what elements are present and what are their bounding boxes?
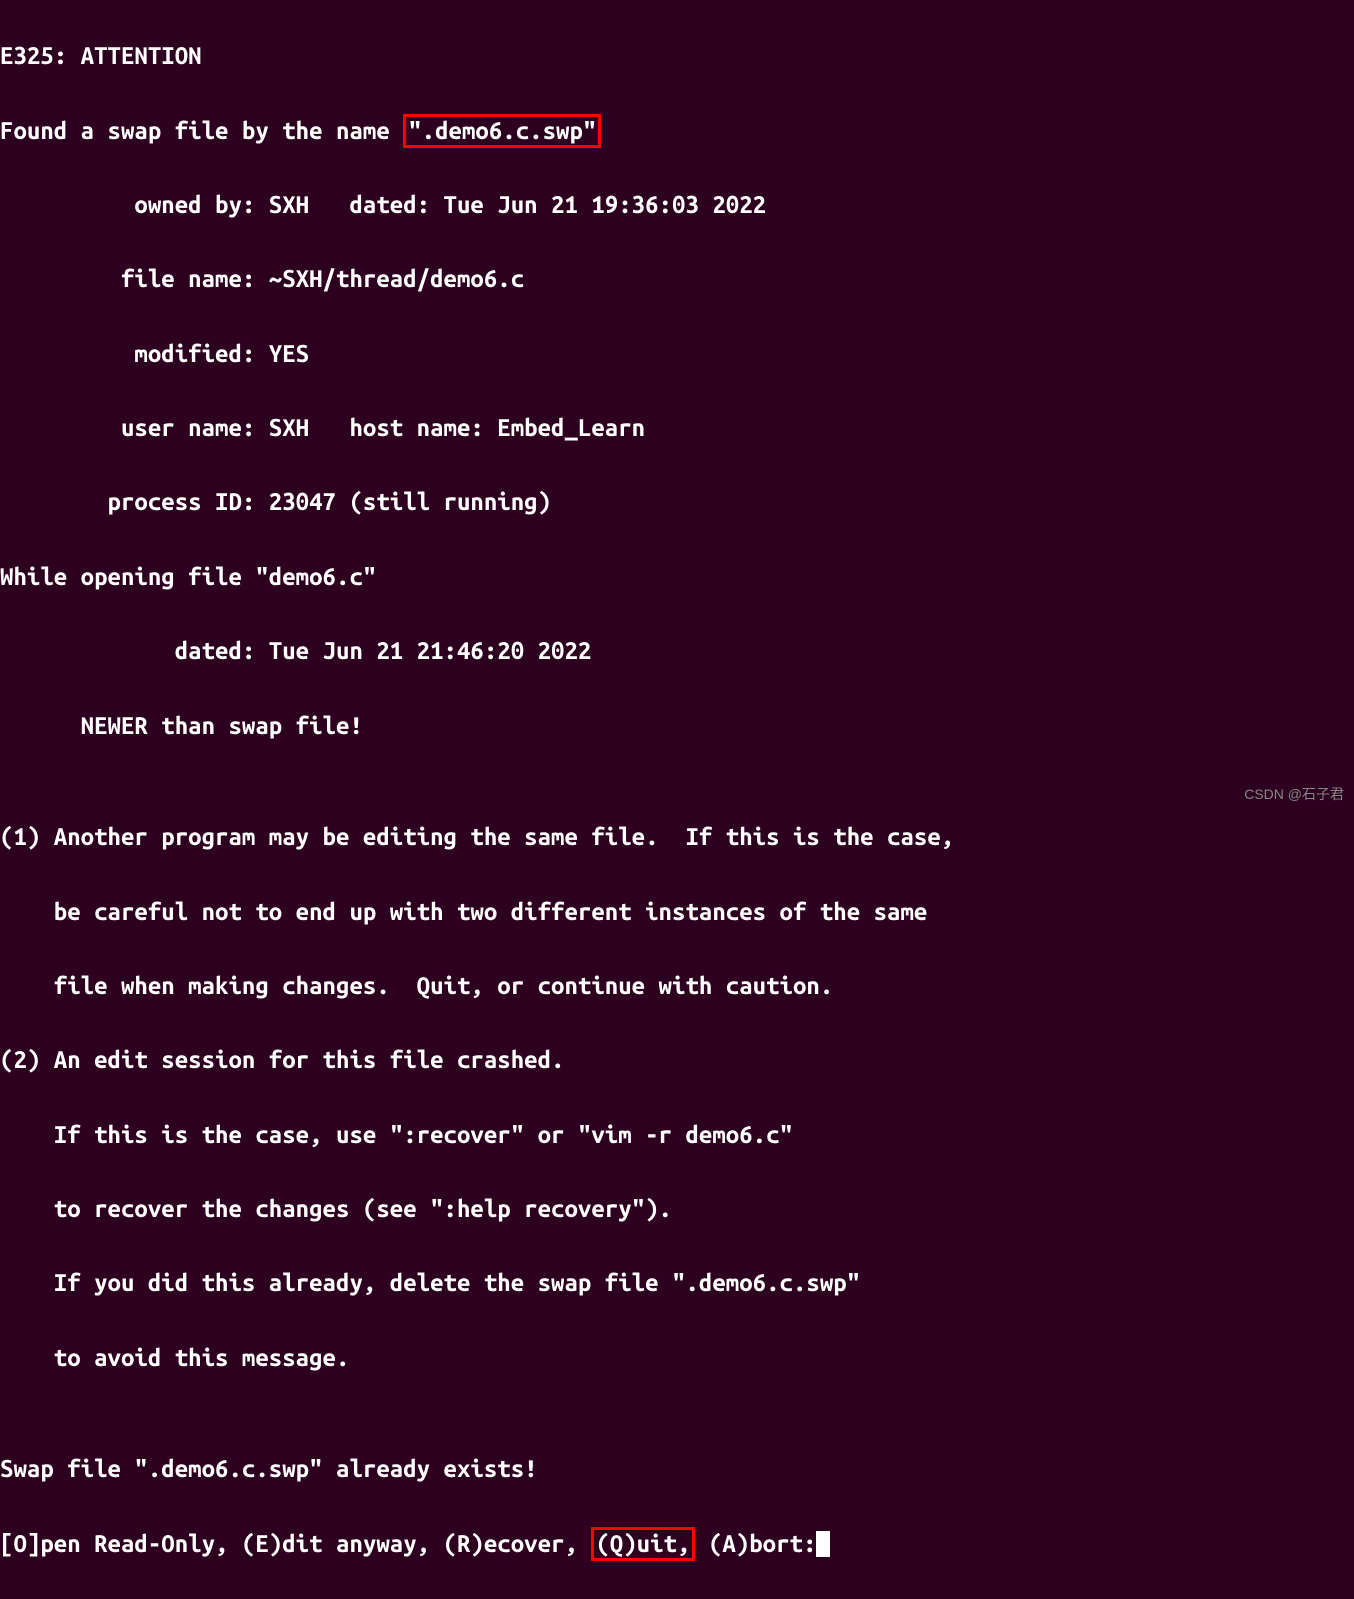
advice-2b: If this is the case, use ":recover" or "… xyxy=(0,1116,1354,1153)
prompt-options-pre: [O]pen Read-Only, (E)dit anyway, (R)ecov… xyxy=(0,1530,591,1557)
advice-1c: file when making changes. Quit, or conti… xyxy=(0,967,1354,1004)
quit-option-highlight: (Q)uit, xyxy=(591,1527,695,1562)
process-id-line: process ID: 23047 (still running) xyxy=(0,483,1354,520)
prompt-options-post: (A)bort: xyxy=(695,1530,816,1557)
file-name-line: file name: ~SXH/thread/demo6.c xyxy=(0,260,1354,297)
newer-line: NEWER than swap file! xyxy=(0,707,1354,744)
user-host-line: user name: SXH host name: Embed_Learn xyxy=(0,409,1354,446)
terminal-output: E325: ATTENTION Found a swap file by the… xyxy=(0,0,1354,1599)
advice-2e: to avoid this message. xyxy=(0,1339,1354,1376)
owned-by-line: owned by: SXH dated: Tue Jun 21 19:36:03… xyxy=(0,186,1354,223)
opening-file-line: While opening file "demo6.c" xyxy=(0,558,1354,595)
swap-file-found: Found a swap file by the name ".demo6.c.… xyxy=(0,112,1354,149)
cursor-icon xyxy=(816,1531,830,1557)
advice-2a: (2) An edit session for this file crashe… xyxy=(0,1041,1354,1078)
advice-2c: to recover the changes (see ":help recov… xyxy=(0,1190,1354,1227)
advice-1a: (1) Another program may be editing the s… xyxy=(0,818,1354,855)
prompt-line[interactable]: [O]pen Read-Only, (E)dit anyway, (R)ecov… xyxy=(0,1525,1354,1562)
advice-1b: be careful not to end up with two differ… xyxy=(0,893,1354,930)
dated-line: dated: Tue Jun 21 21:46:20 2022 xyxy=(0,632,1354,669)
watermark-text: CSDN @石子君 xyxy=(1244,784,1344,806)
swap-exists-line: Swap file ".demo6.c.swp" already exists! xyxy=(0,1450,1354,1487)
advice-2d: If you did this already, delete the swap… xyxy=(0,1264,1354,1301)
attention-header: E325: ATTENTION xyxy=(0,37,1354,74)
modified-line: modified: YES xyxy=(0,335,1354,372)
swap-prefix: Found a swap file by the name xyxy=(0,117,403,144)
swap-file-name-highlight: ".demo6.c.swp" xyxy=(403,114,601,149)
